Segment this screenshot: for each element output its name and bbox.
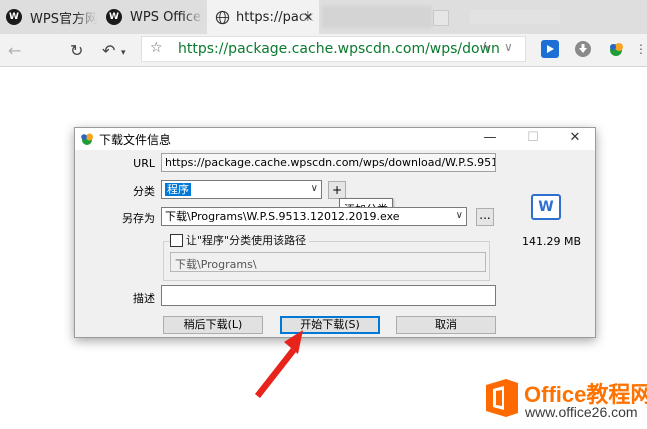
watermark-url: www.office26.com [525, 404, 638, 420]
office-logo-icon [486, 379, 518, 417]
red-arrow-annotation [255, 330, 303, 398]
